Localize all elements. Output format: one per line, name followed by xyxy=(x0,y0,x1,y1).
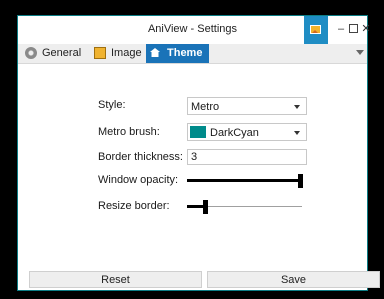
metro-brush-label: Metro brush: xyxy=(98,126,160,138)
image-icon xyxy=(94,47,106,59)
tab-overflow-chevron-icon[interactable] xyxy=(356,50,364,55)
maximize-button[interactable] xyxy=(347,22,359,36)
settings-window: AniView - Settings – ✕ General Image The… xyxy=(17,15,380,291)
tab-general-label: General xyxy=(42,47,82,59)
resize-border-slider[interactable] xyxy=(187,200,302,214)
chevron-down-icon xyxy=(294,131,300,135)
metro-brush-value: DarkCyan xyxy=(210,127,259,139)
save-button[interactable]: Save xyxy=(207,271,380,288)
minimize-button[interactable]: – xyxy=(335,22,347,36)
border-thickness-label: Border thickness: xyxy=(98,151,183,163)
border-thickness-field[interactable] xyxy=(188,150,306,164)
tab-image-label: Image xyxy=(111,47,142,59)
app-image-icon[interactable] xyxy=(304,16,328,44)
brush-color-swatch xyxy=(190,126,206,138)
tab-general[interactable]: General xyxy=(21,44,83,63)
border-thickness-field-wrap xyxy=(187,149,307,165)
gear-icon xyxy=(25,47,37,59)
chevron-down-icon xyxy=(294,105,300,109)
tab-theme[interactable]: Theme xyxy=(146,44,209,63)
style-label: Style: xyxy=(98,99,126,111)
close-button[interactable]: ✕ xyxy=(360,22,372,36)
window-opacity-slider[interactable] xyxy=(187,174,303,188)
window-opacity-label: Window opacity: xyxy=(98,174,179,186)
image-glyph-icon xyxy=(310,25,321,34)
tab-image[interactable]: Image xyxy=(90,44,142,63)
slider-thumb[interactable] xyxy=(203,200,208,214)
title-bar[interactable]: AniView - Settings – ✕ xyxy=(18,16,371,44)
slider-fill xyxy=(187,179,300,182)
theme-icon xyxy=(150,48,160,57)
metro-brush-select[interactable]: DarkCyan xyxy=(187,123,307,141)
tab-theme-label: Theme xyxy=(167,47,203,59)
tab-bar: General Image Theme xyxy=(18,44,367,64)
slider-thumb[interactable] xyxy=(298,174,303,188)
style-select[interactable]: Metro xyxy=(187,97,307,115)
reset-button[interactable]: Reset xyxy=(29,271,202,288)
maximize-icon xyxy=(348,23,358,33)
style-value: Metro xyxy=(191,101,220,113)
resize-border-label: Resize border: xyxy=(98,200,170,212)
